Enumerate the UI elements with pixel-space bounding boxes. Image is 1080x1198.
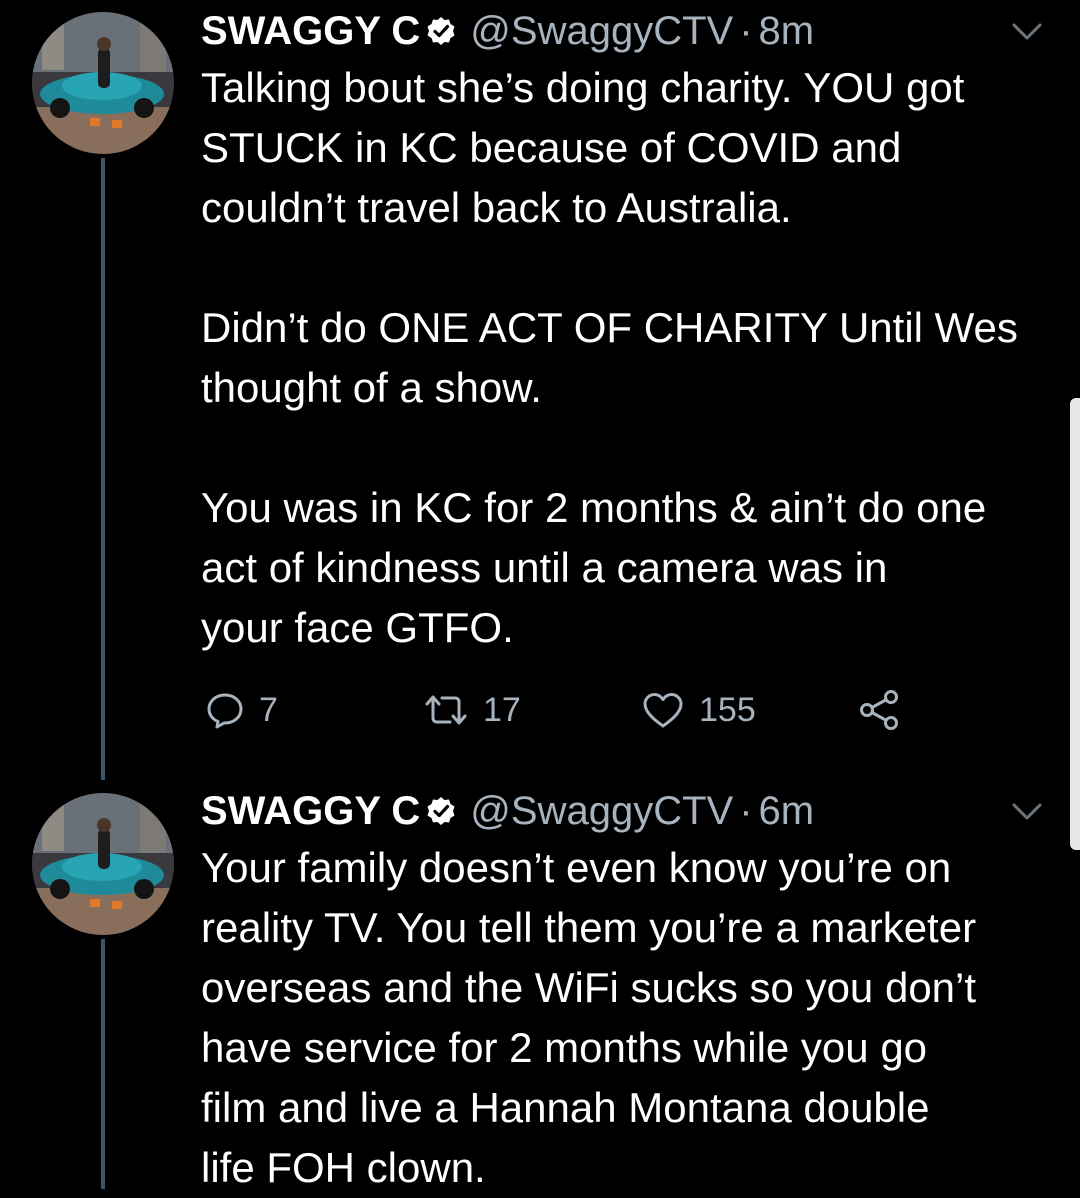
profile-photo-icon	[32, 12, 174, 154]
retweet-icon	[425, 695, 467, 725]
author-avatar[interactable]	[32, 12, 174, 154]
tweet-timestamp[interactable]: 8m	[759, 8, 815, 54]
separator-dot: ·	[739, 9, 753, 53]
author-handle[interactable]: @SwaggyCTV	[470, 8, 733, 54]
share-icon	[860, 690, 898, 730]
thread-connector-line	[101, 939, 105, 1189]
tweet-header: SWAGGY C @SwaggyCTV · 6m	[201, 788, 814, 834]
author-display-name[interactable]: SWAGGY C	[201, 788, 420, 834]
tweet-actions: 7 17 155	[201, 688, 921, 732]
tweet-header: SWAGGY C @SwaggyCTV · 8m	[201, 8, 814, 54]
verified-badge-icon	[427, 17, 455, 45]
separator-dot: ·	[739, 789, 753, 833]
tweet-timestamp[interactable]: 6m	[759, 788, 815, 834]
author-avatar[interactable]	[32, 793, 174, 935]
share-button[interactable]	[858, 688, 900, 732]
reply-icon	[207, 693, 243, 729]
profile-photo-icon	[32, 793, 174, 935]
retweet-count: 17	[483, 690, 521, 729]
retweet-button[interactable]: 17	[423, 688, 521, 732]
like-count: 155	[699, 690, 756, 729]
tweet-text: Talking bout she’s doing charity. YOU go…	[201, 64, 1018, 651]
scrollbar-thumb[interactable]	[1070, 398, 1080, 850]
reply-count: 7	[259, 690, 278, 729]
verified-badge-icon	[427, 797, 455, 825]
tweet-text: Your family doesn’t even know you’re on …	[201, 844, 977, 1191]
heart-icon	[643, 693, 683, 728]
like-button[interactable]: 155	[641, 688, 756, 732]
tweet[interactable]: SWAGGY C @SwaggyCTV · 8m Talking bout sh…	[0, 0, 1080, 780]
chevron-down-icon[interactable]	[1010, 796, 1044, 826]
reply-button[interactable]: 7	[205, 688, 278, 732]
chevron-down-icon[interactable]	[1010, 16, 1044, 46]
author-display-name[interactable]: SWAGGY C	[201, 8, 420, 54]
tweet[interactable]: SWAGGY C @SwaggyCTV · 6m Your family doe…	[0, 780, 1080, 1191]
thread-connector-line	[101, 158, 105, 780]
author-handle[interactable]: @SwaggyCTV	[470, 788, 733, 834]
